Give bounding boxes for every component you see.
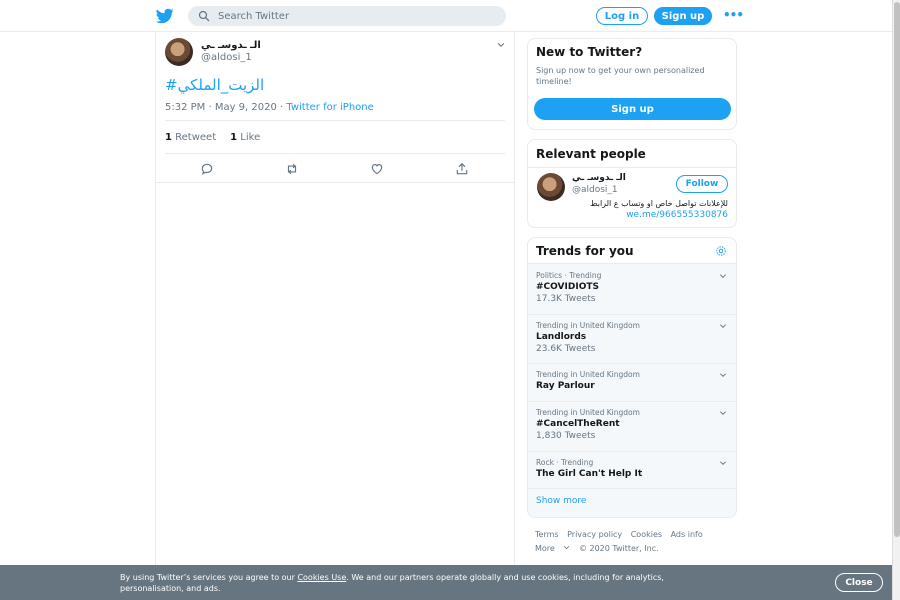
trends-header: Trends for you xyxy=(528,238,736,264)
close-button[interactable]: Close xyxy=(835,573,883,592)
page: Log in Sign up ••• الـ ـدوسـ ـي @aldosi_… xyxy=(0,0,892,600)
chevron-down-icon[interactable] xyxy=(719,322,727,330)
reply-icon[interactable] xyxy=(200,162,214,176)
person-bio: للإعلانات تواصل خاص او وتساب ع الرابط xyxy=(590,199,728,208)
divider xyxy=(156,182,514,183)
trend-count: 23.6K Tweets xyxy=(536,344,596,354)
new-to-twitter-title: New to Twitter? xyxy=(536,45,643,59)
new-to-twitter-description: Sign up now to get your own personalized… xyxy=(536,66,705,86)
more-menu[interactable]: More xyxy=(535,544,570,553)
card-signup-button[interactable]: Sign up xyxy=(534,98,731,120)
like-count: 1 xyxy=(230,132,238,143)
trend-item[interactable]: Trending in United Kingdom Ray Parlour xyxy=(528,364,736,402)
like-stat[interactable]: 1 Like xyxy=(230,132,260,143)
chevron-down-icon[interactable] xyxy=(719,272,727,280)
retweet-stat[interactable]: 1 Retweet xyxy=(165,132,216,143)
copyright: © 2020 Twitter, Inc. xyxy=(578,544,659,553)
trend-item[interactable]: Trending in United Kingdom #CancelTheRen… xyxy=(528,402,736,452)
cookies-link[interactable]: Cookies xyxy=(631,530,662,539)
more-label: More xyxy=(535,544,555,553)
login-button[interactable]: Log in xyxy=(596,7,648,25)
retweet-count: 1 xyxy=(165,132,172,143)
relevant-people-card: Relevant people الـ ـدوسـ ـي @aldosi_1 F… xyxy=(527,139,737,228)
trend-context: Trending in United Kingdom xyxy=(536,408,640,417)
search-input[interactable] xyxy=(218,10,478,22)
trend-name: #COVIDIOTS xyxy=(536,282,599,292)
scrollbar[interactable] xyxy=(892,0,900,600)
trend-context: Politics · Trending xyxy=(536,271,602,280)
search-icon xyxy=(198,10,210,22)
cookies-use-link[interactable]: Cookies Use xyxy=(297,573,346,582)
trend-item[interactable]: Trending in United Kingdom Landlords 23.… xyxy=(528,315,736,364)
ads-info-link[interactable]: Ads info xyxy=(671,530,703,539)
footer-links: Terms Privacy policy Cookies Ads info Mo… xyxy=(535,528,709,556)
tweet-column: الـ ـدوسـ ـي @aldosi_1 #الزيت_الملكي 5:3… xyxy=(155,32,515,600)
chevron-down-icon xyxy=(564,546,570,550)
gear-icon[interactable] xyxy=(715,245,727,257)
follow-button[interactable]: Follow xyxy=(676,175,728,193)
trends-title: Trends for you xyxy=(536,244,634,258)
trend-name: Ray Parlour xyxy=(536,381,595,391)
trend-context: Rock · Trending xyxy=(536,458,594,467)
chevron-down-icon[interactable] xyxy=(719,371,727,379)
signup-button[interactable]: Sign up xyxy=(654,7,712,25)
tweet-hashtag[interactable]: #الزيت_الملكي xyxy=(165,76,264,94)
trend-item[interactable]: Rock · Trending The Girl Can't Help It xyxy=(528,452,736,489)
avatar[interactable] xyxy=(537,173,565,201)
trend-count: 1,830 Tweets xyxy=(536,431,596,441)
show-more-link[interactable]: Show more xyxy=(536,496,586,506)
share-icon[interactable] xyxy=(455,162,469,176)
divider xyxy=(528,167,736,168)
more-options-icon[interactable]: ••• xyxy=(723,8,744,22)
tweet-author-handle[interactable]: @aldosi_1 xyxy=(201,52,252,63)
search-bar[interactable] xyxy=(188,6,506,26)
person-bio-link[interactable]: we.me/966555330876 xyxy=(626,210,728,220)
cookie-banner: By using Twitter’s services you agree to… xyxy=(0,565,892,600)
trend-name: The Girl Can't Help It xyxy=(536,469,643,479)
trend-item[interactable]: Politics · Trending #COVIDIOTS 17.3K Twe… xyxy=(528,265,736,315)
trend-name: Landlords xyxy=(536,332,587,342)
relevant-people-title: Relevant people xyxy=(536,147,646,161)
chevron-down-icon[interactable] xyxy=(496,40,506,50)
divider xyxy=(165,153,505,154)
tweet-stats: 1 Retweet 1 Like xyxy=(165,132,260,143)
tweet-time[interactable]: 5:32 PM · May 9, 2020 · xyxy=(165,102,286,113)
trend-name: #CancelTheRent xyxy=(536,419,620,429)
retweet-label: Retweet xyxy=(175,132,217,143)
like-heart-icon[interactable] xyxy=(370,162,384,176)
tweet-actions xyxy=(156,160,514,180)
tweet-author-name[interactable]: الـ ـدوسـ ـي xyxy=(201,40,261,51)
person-handle[interactable]: @aldosi_1 xyxy=(572,185,618,195)
trends-card: Trends for you Politics · Trending #COVI… xyxy=(527,237,737,518)
divider xyxy=(165,120,505,121)
trend-context: Trending in United Kingdom xyxy=(536,321,640,330)
trend-count: 17.3K Tweets xyxy=(536,294,596,304)
twitter-bird-icon[interactable] xyxy=(156,7,174,25)
new-to-twitter-card: New to Twitter? Sign up now to get your … xyxy=(527,38,737,130)
top-nav: Log in Sign up ••• xyxy=(0,0,892,32)
privacy-link[interactable]: Privacy policy xyxy=(567,530,622,539)
retweet-icon[interactable] xyxy=(285,162,299,176)
chevron-down-icon[interactable] xyxy=(719,459,727,467)
tweet-meta: 5:32 PM · May 9, 2020 · Twitter for iPho… xyxy=(165,102,374,113)
like-label: Like xyxy=(240,132,261,143)
trend-context: Trending in United Kingdom xyxy=(536,370,640,379)
person-name[interactable]: الـ ـدوسـ ـي xyxy=(572,173,626,183)
cookie-message: By using Twitter’s services you agree to… xyxy=(120,572,720,594)
scrollbar-thumb[interactable] xyxy=(894,2,900,537)
tweet-source-link[interactable]: Twitter for iPhone xyxy=(286,102,373,113)
avatar[interactable] xyxy=(165,38,193,66)
terms-link[interactable]: Terms xyxy=(535,530,559,539)
cookie-text: By using Twitter’s services you agree to… xyxy=(120,573,298,582)
chevron-down-icon[interactable] xyxy=(719,409,727,417)
